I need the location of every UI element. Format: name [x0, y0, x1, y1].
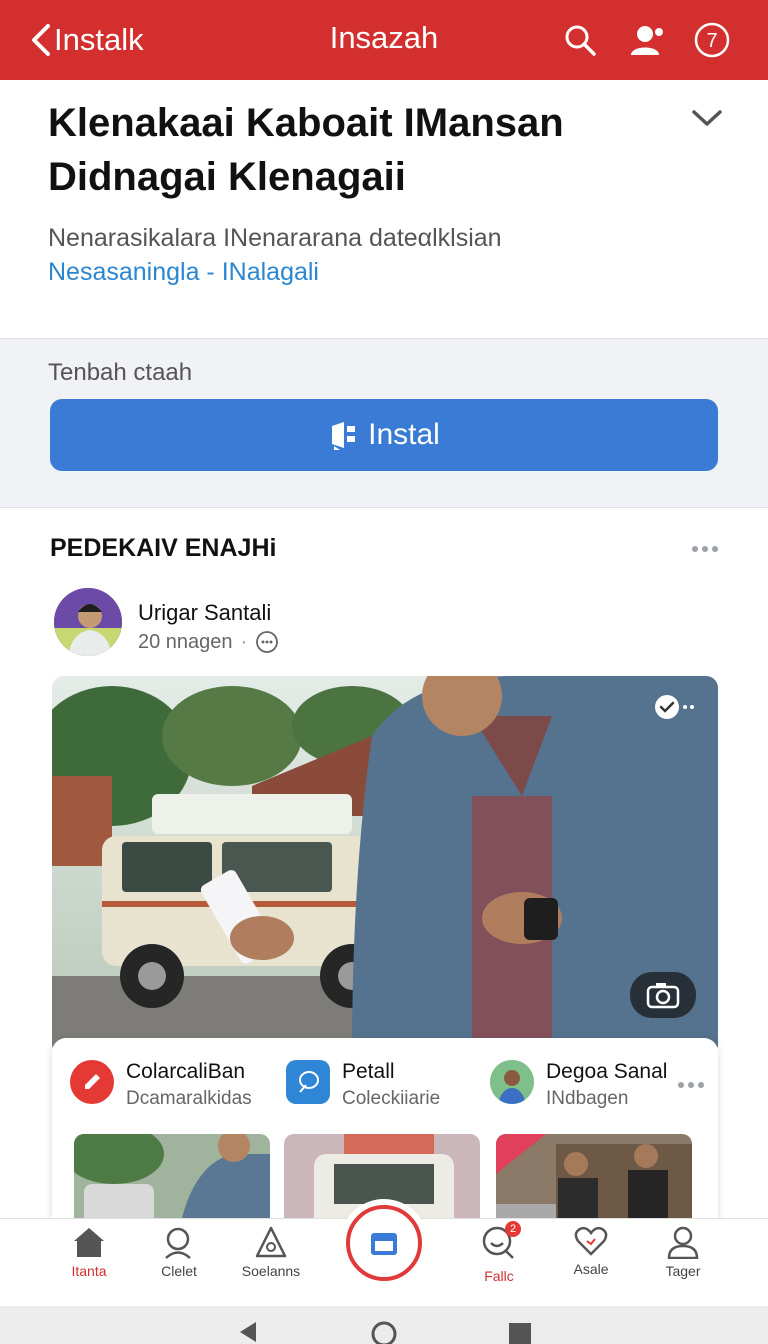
top-app-bar: Instalk Insazah 7: [0, 0, 768, 80]
suggestions-more-icon[interactable]: [678, 1082, 704, 1088]
nav-alerts[interactable]: Soelanns: [226, 1225, 316, 1301]
suggestion-sub: Dcamaralkidas: [126, 1088, 252, 1109]
author-avatar[interactable]: [54, 588, 122, 656]
nav-search[interactable]: Clelet: [134, 1225, 224, 1301]
nav-center-button[interactable]: [346, 1205, 422, 1281]
install-button[interactable]: Instal: [50, 399, 718, 471]
system-back-icon[interactable]: [236, 1320, 260, 1344]
notification-badge-icon: 7: [694, 22, 730, 58]
nav-label: Tager: [665, 1263, 701, 1279]
page-header: Klenakaai Kaboait IMansan Didnagai Klena…: [0, 80, 768, 338]
feed-more-icon[interactable]: [692, 546, 718, 552]
nav-chat[interactable]: 2 Fallc: [454, 1221, 544, 1301]
chevron-down-icon[interactable]: [690, 104, 724, 132]
profile-icon: [667, 1226, 699, 1259]
user-add-icon: [631, 26, 665, 55]
install-section: Tenbah ctaah Instal: [0, 338, 768, 508]
suggestion-sub: Coleckiiarie: [342, 1088, 441, 1109]
suggestion-name: Degoa Sanal: [546, 1060, 668, 1083]
install-label: Tenbah ctaah: [48, 359, 193, 386]
nav-home[interactable]: Itanta: [44, 1225, 134, 1301]
install-icon: [332, 422, 356, 450]
avatar: [490, 1060, 534, 1104]
nav-label: Itanta: [71, 1263, 107, 1279]
suggestion-item[interactable]: Degoa Sanal INdbagen: [490, 1060, 667, 1110]
privacy-icon: [256, 631, 279, 653]
home-icon: [74, 1228, 104, 1257]
alert-icon: [255, 1226, 287, 1258]
system-navigation: [0, 1306, 768, 1344]
chat-badge: 2: [505, 1221, 521, 1237]
edit-icon: [70, 1060, 114, 1104]
verified-icon: [654, 694, 694, 720]
post-time: 20 nnagen: [138, 630, 233, 653]
search-icon: [565, 25, 596, 56]
post-photo[interactable]: [52, 676, 718, 1056]
notification-count: 7: [706, 30, 717, 52]
nav-label: Soelanns: [241, 1263, 301, 1279]
search-button[interactable]: [558, 18, 602, 62]
notifications-button[interactable]: 7: [690, 18, 734, 62]
leaf-icon: [286, 1060, 330, 1104]
camera-button[interactable]: [630, 972, 696, 1018]
system-home-icon[interactable]: [370, 1320, 398, 1344]
suggestion-name: ColarcaliBan: [126, 1060, 246, 1083]
suggestion-item[interactable]: ColarcaliBan Dcamaralkidas: [70, 1060, 252, 1110]
suggestion-item[interactable]: Petall Coleckiiarie: [286, 1060, 440, 1110]
page-title: Klenakaai Kaboait IMansan Didnagai Klena…: [48, 101, 564, 199]
header-link[interactable]: Nesasaningla - INalagali: [48, 258, 319, 287]
camera-icon: [646, 983, 680, 1009]
nav-label: Fallc: [484, 1268, 514, 1284]
post-meta: 20 nnagen ·: [138, 630, 279, 654]
author-name[interactable]: Urigar Santali: [138, 600, 271, 626]
nav-profile[interactable]: Tager: [638, 1225, 728, 1301]
nav-favorites[interactable]: Asale: [546, 1225, 636, 1301]
bottom-navigation: Itanta Clelet Soelanns 2 Fallc Asale Tag…: [0, 1205, 768, 1306]
suggestion-sub: INdbagen: [546, 1088, 629, 1109]
suggestion-name: Petall: [342, 1060, 395, 1083]
install-button-label: Instal: [368, 418, 440, 451]
window-icon: [371, 1233, 397, 1255]
nav-label: Asale: [573, 1261, 609, 1277]
add-friend-button[interactable]: [626, 18, 670, 62]
heart-icon: [574, 1226, 608, 1256]
system-recents-icon[interactable]: [508, 1322, 532, 1344]
search-icon: [165, 1227, 191, 1259]
page-subtitle: Nenarasikalara INenararana dateαlklsian: [48, 224, 502, 252]
feed-section-title: PEDEKAIV ENAJHi: [50, 534, 277, 562]
nav-label: Clelet: [161, 1263, 197, 1279]
